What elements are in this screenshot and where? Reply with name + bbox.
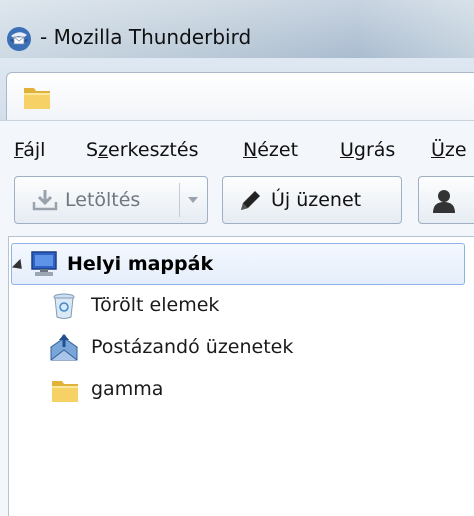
menu-message[interactable]: Üze (431, 139, 467, 161)
window-title: - Mozilla Thunderbird (40, 25, 252, 49)
menu-view-accel: N (243, 139, 258, 161)
thunderbird-icon[interactable] (6, 26, 32, 52)
address-book-button[interactable] (418, 176, 474, 224)
menu-file[interactable]: Fájl (14, 139, 45, 161)
new-message-button[interactable]: Új üzenet (222, 176, 402, 224)
menu-edit-accel: z (98, 139, 109, 161)
local-folders-icon (31, 251, 57, 276)
menu-go-label: grás (353, 139, 396, 161)
tab-strip (0, 58, 474, 120)
chevron-down-icon[interactable] (188, 197, 198, 203)
download-label: Letöltés (65, 189, 141, 211)
download-icon (32, 190, 58, 211)
new-message-label: Új üzenet (271, 189, 362, 211)
menu-view-label: ézet (257, 139, 299, 161)
menu-go[interactable]: Ugrás (340, 139, 395, 161)
trash-icon (53, 293, 75, 319)
folder-row-gamma[interactable]: gamma (9, 370, 463, 410)
menu-view[interactable]: Nézet (243, 139, 298, 161)
menu-edit[interactable]: Szerkesztés (86, 139, 198, 161)
title-bar[interactable]: - Mozilla Thunderbird (0, 0, 474, 58)
twisty-expanded-icon[interactable] (11, 258, 27, 274)
download-split-divider (179, 183, 180, 217)
download-button[interactable]: Letöltés (14, 176, 208, 224)
menu-file-accel: F (14, 139, 24, 161)
menu-go-accel: U (340, 139, 354, 161)
folder-pane[interactable]: Helyi mappák Törölt elemek Postázandó üz… (8, 236, 474, 516)
address-book-icon (433, 190, 455, 213)
folder-row-outbox[interactable]: Postázandó üzenetek (9, 328, 463, 368)
folder-label-trash: Törölt elemek (91, 294, 220, 316)
menu-file-label: ájl (23, 139, 46, 161)
mail-toolbar: Letöltés Új üzenet (0, 176, 474, 236)
menu-bar: Fájl Szerkesztés Nézet Ugrás Üze (0, 120, 474, 176)
folder-icon (24, 88, 50, 109)
tab-folder[interactable] (6, 72, 474, 120)
folder-label-local-folders: Helyi mappák (67, 253, 214, 275)
menu-message-label: ze (444, 139, 467, 161)
pencil-icon (241, 191, 260, 210)
folder-label-gamma: gamma (91, 378, 164, 400)
outbox-icon (50, 334, 78, 361)
folder-icon (52, 381, 78, 402)
menu-edit-label: erkesztés (108, 139, 199, 161)
folder-row-trash[interactable]: Törölt elemek (9, 286, 463, 326)
menu-edit-prefix: S (86, 139, 99, 161)
folder-row-local-folders[interactable]: Helyi mappák (9, 244, 463, 284)
menu-message-accel: Ü (431, 139, 445, 161)
folder-label-outbox: Postázandó üzenetek (91, 336, 294, 358)
